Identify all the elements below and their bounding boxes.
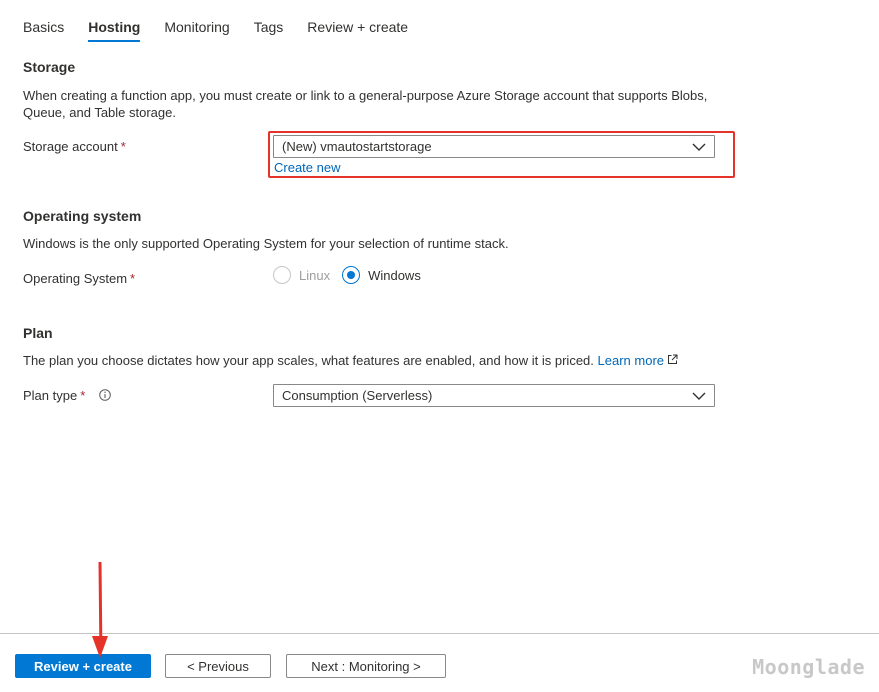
plan-description-line: The plan you choose dictates how your ap… — [23, 352, 743, 369]
required-marker: * — [120, 139, 126, 154]
tab-basics[interactable]: Basics — [23, 18, 64, 42]
required-marker: * — [130, 271, 136, 286]
os-radio-linux[interactable]: Linux — [273, 266, 330, 284]
os-radio-group: Linux Windows — [273, 266, 433, 284]
plan-type-dropdown[interactable]: Consumption (Serverless) — [273, 384, 715, 407]
os-label-text: Operating System — [23, 271, 128, 286]
chevron-down-icon — [692, 392, 706, 400]
annotation-highlight-box — [268, 131, 735, 178]
os-section-title: Operating system — [23, 208, 142, 224]
plan-type-value: Consumption (Serverless) — [282, 388, 433, 403]
plan-type-label-text: Plan type — [23, 388, 78, 403]
footer-divider — [0, 633, 879, 634]
os-radio-windows[interactable]: Windows — [342, 266, 421, 284]
os-radio-windows-label: Windows — [368, 267, 421, 283]
tab-monitoring[interactable]: Monitoring — [164, 18, 229, 42]
storage-account-label-text: Storage account — [23, 139, 118, 154]
storage-account-label: Storage account * — [23, 139, 126, 154]
storage-section-title: Storage — [23, 59, 76, 75]
plan-description: The plan you choose dictates how your ap… — [23, 353, 594, 368]
next-monitoring-button[interactable]: Next : Monitoring > — [286, 654, 446, 678]
plan-section-title: Plan — [23, 325, 53, 341]
previous-button[interactable]: < Previous — [165, 654, 271, 678]
annotation-arrow-icon — [92, 562, 108, 658]
os-description: Windows is the only supported Operating … — [23, 236, 509, 251]
learn-more-label: Learn more — [597, 353, 665, 368]
os-label: Operating System * — [23, 271, 135, 286]
tab-hosting[interactable]: Hosting — [88, 18, 141, 42]
learn-more-link[interactable]: Learn more — [598, 353, 678, 368]
storage-description: When creating a function app, you must c… — [23, 88, 708, 120]
tab-review-create[interactable]: Review + create — [307, 18, 408, 42]
tab-tags[interactable]: Tags — [254, 18, 284, 42]
os-radio-linux-label: Linux — [299, 267, 331, 283]
external-link-icon — [668, 354, 678, 364]
wizard-tabs: Basics Hosting Monitoring Tags Review + … — [23, 18, 432, 42]
plan-type-label: Plan type * — [23, 388, 111, 403]
required-marker: * — [80, 388, 86, 403]
radio-circle — [273, 266, 291, 284]
radio-circle-checked — [342, 266, 361, 284]
watermark-text: Moonglade — [752, 655, 865, 679]
review-create-button[interactable]: Review + create — [15, 654, 151, 678]
info-icon[interactable] — [99, 389, 111, 401]
